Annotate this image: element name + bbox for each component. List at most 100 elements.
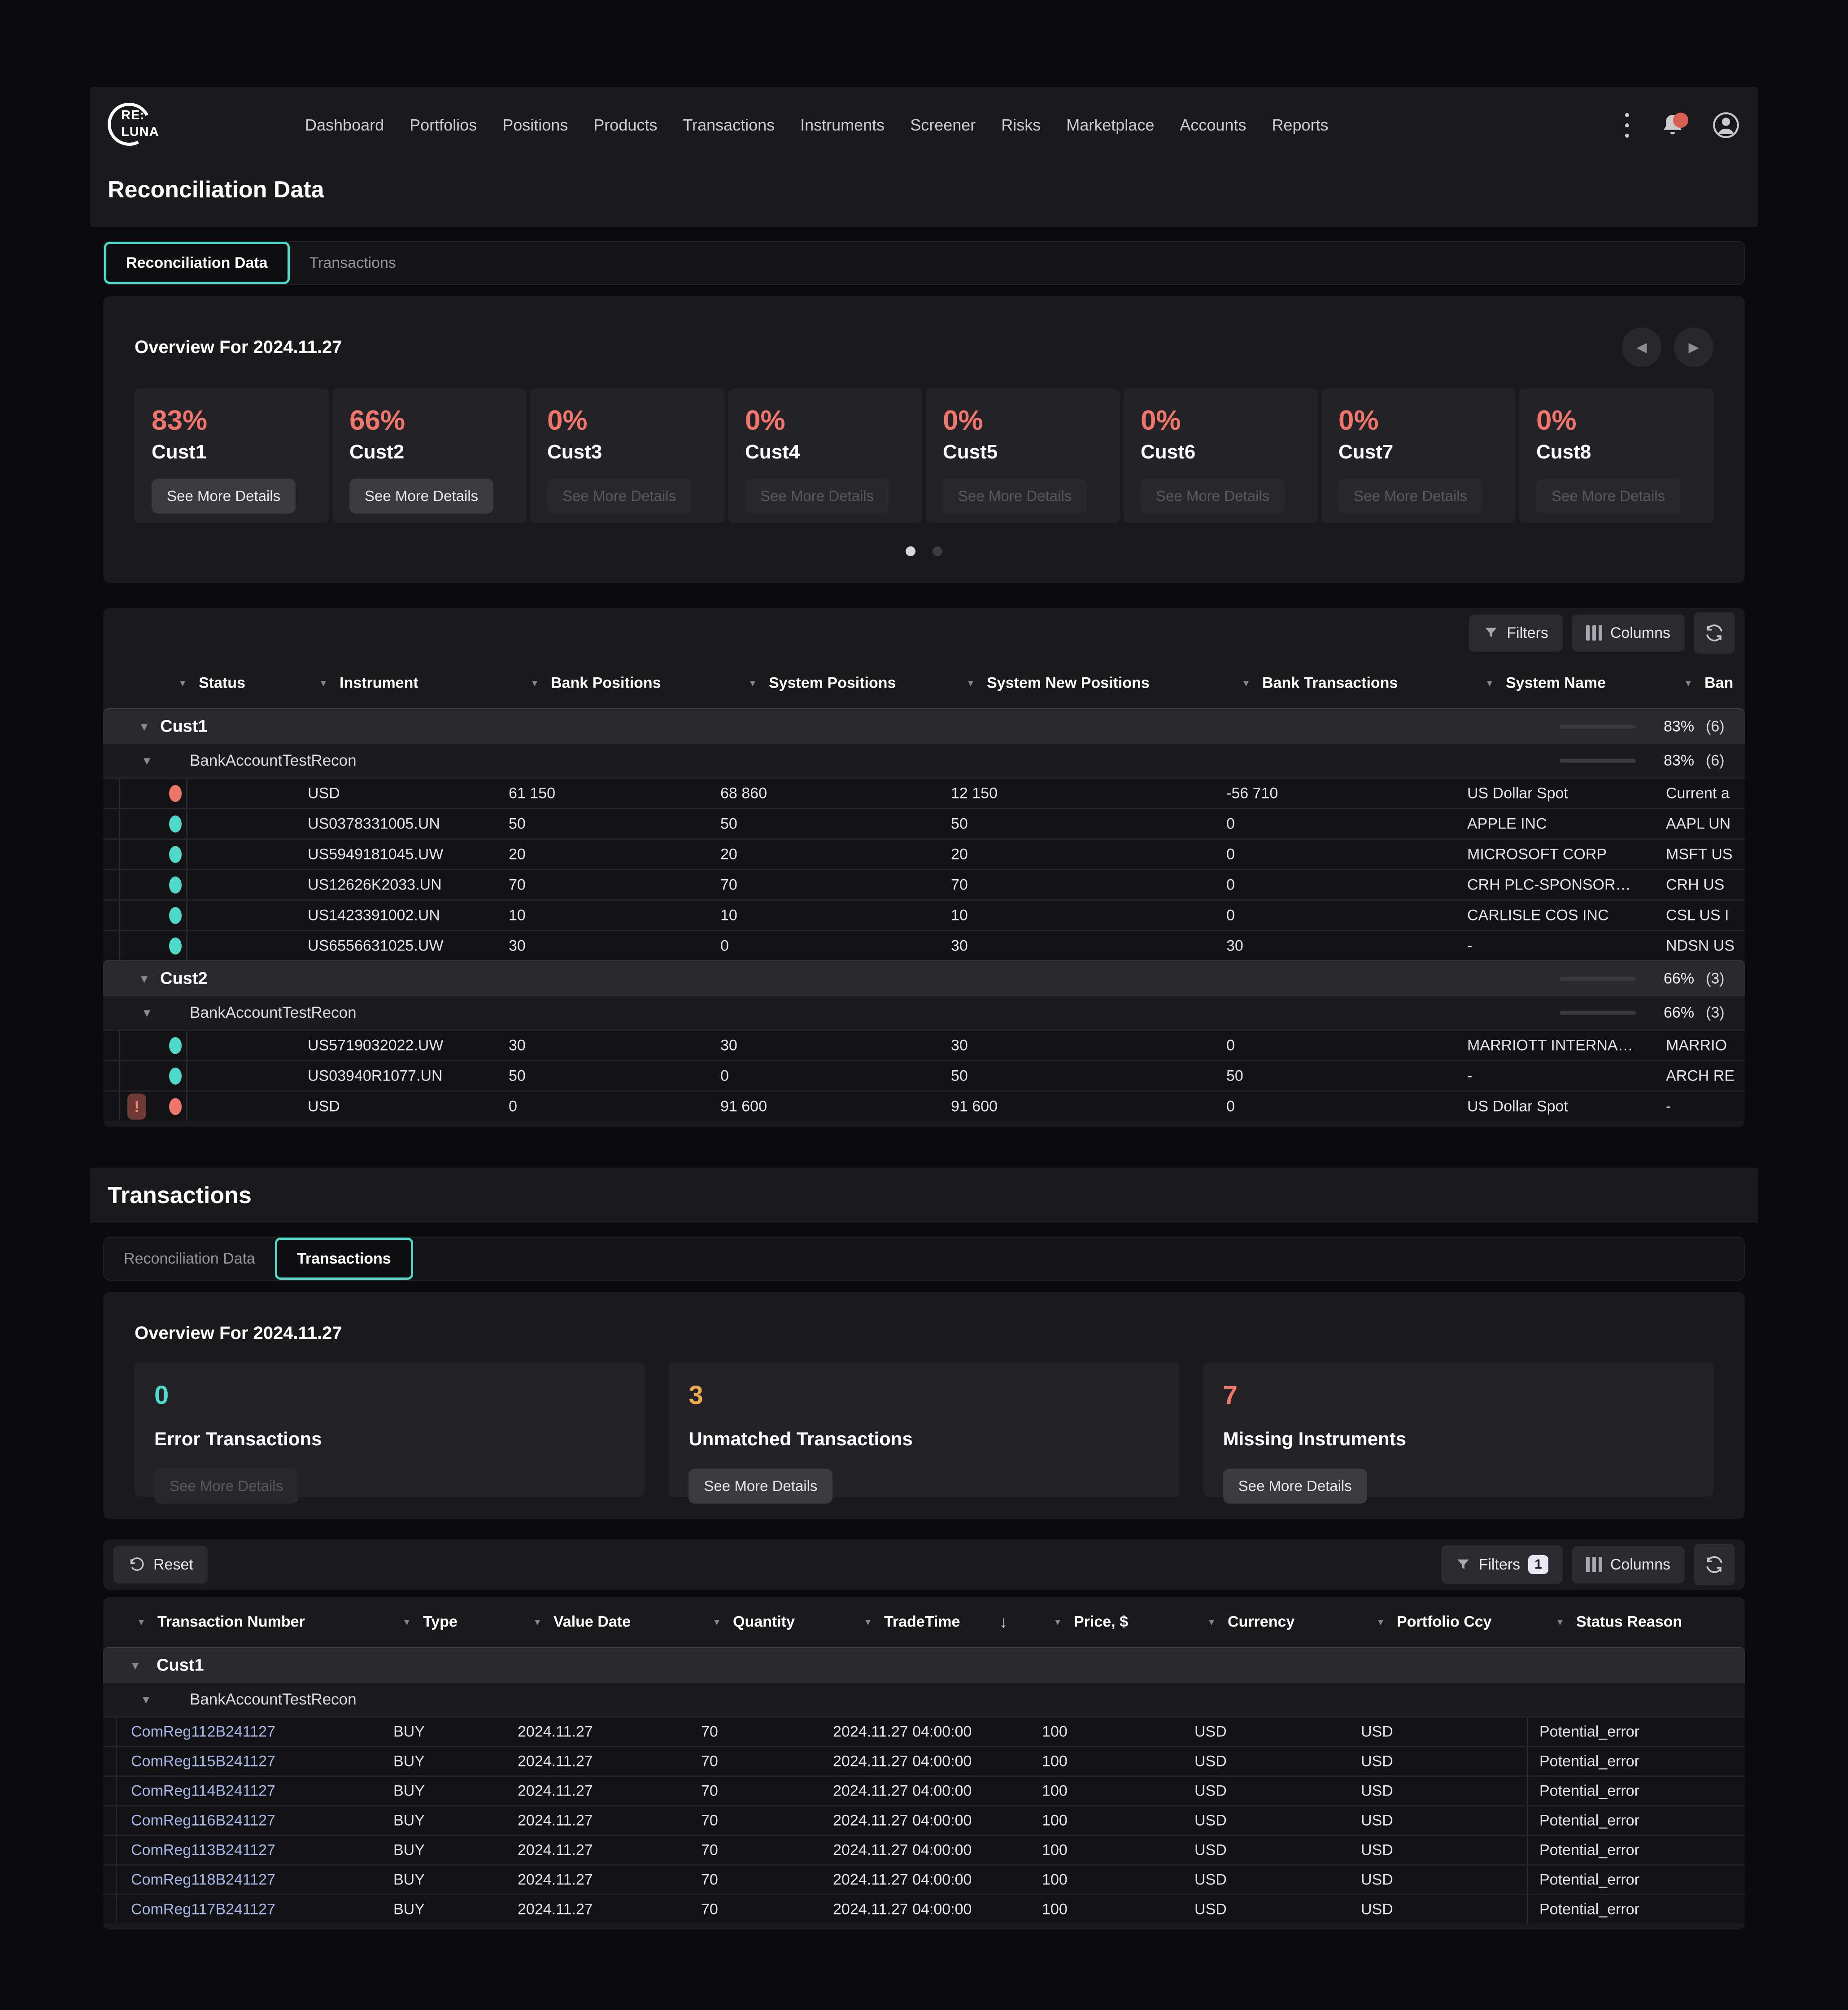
- cell-number[interactable]: ComReg115B241127: [131, 1753, 275, 1770]
- column-dropdown-icon[interactable]: ▾: [865, 1616, 871, 1629]
- expander-caret-icon[interactable]: ▾: [144, 753, 150, 769]
- cell-number[interactable]: ComReg112B241127: [131, 1723, 275, 1740]
- expander-caret-icon[interactable]: ▾: [132, 1658, 139, 1674]
- group-row-cust1[interactable]: ▾Cust1: [103, 1647, 1745, 1683]
- tab-reconciliation-data-2[interactable]: Reconciliation Data: [104, 1238, 275, 1280]
- group-row-cust1[interactable]: ▾Cust183%(6): [103, 708, 1745, 744]
- column-dropdown-icon[interactable]: ▾: [535, 1616, 540, 1629]
- transaction-row[interactable]: ComReg115B241127BUY2024.11.27702024.11.2…: [103, 1746, 1745, 1775]
- transaction-row[interactable]: ComReg113B241127BUY2024.11.27702024.11.2…: [103, 1835, 1745, 1864]
- subgroup-row[interactable]: ▾BankAccountTestRecon: [103, 1683, 1745, 1716]
- cell-number[interactable]: ComReg118B241127: [131, 1871, 275, 1888]
- tx-refresh-button[interactable]: [1694, 1544, 1735, 1585]
- cell-number[interactable]: ComReg117B241127: [131, 1901, 275, 1918]
- nav-item-reports[interactable]: Reports: [1272, 116, 1328, 135]
- column-dropdown-icon[interactable]: ▾: [180, 677, 185, 690]
- notifications-bell-icon[interactable]: [1660, 112, 1686, 139]
- column-dropdown-icon[interactable]: ▾: [1487, 677, 1492, 690]
- carousel-next-button[interactable]: ▶: [1674, 327, 1713, 367]
- column-dropdown-icon[interactable]: ▾: [1686, 677, 1691, 690]
- column-header-ban[interactable]: Ban: [1704, 675, 1733, 692]
- reset-button[interactable]: Reset: [113, 1546, 208, 1583]
- tx-filters-button[interactable]: Filters 1: [1441, 1545, 1563, 1584]
- column-header-portfolio-ccy[interactable]: Portfolio Ccy: [1397, 1613, 1492, 1631]
- subgroup-row[interactable]: ▾BankAccountTestRecon66%(3): [103, 996, 1745, 1029]
- position-row[interactable]: USD61 15068 86012 150-56 710US Dollar Sp…: [103, 777, 1745, 808]
- kebab-menu-icon[interactable]: [1621, 111, 1634, 140]
- position-row[interactable]: !USD091 60091 6000US Dollar Spot-: [103, 1090, 1745, 1121]
- expander-caret-icon[interactable]: ▾: [141, 971, 148, 987]
- nav-item-transactions[interactable]: Transactions: [683, 116, 775, 135]
- carousel-prev-button[interactable]: ◀: [1622, 327, 1661, 367]
- column-dropdown-icon[interactable]: ▾: [1209, 1616, 1214, 1629]
- position-row[interactable]: US5949181045.UW2020200MICROSOFT CORPMSFT…: [103, 838, 1745, 869]
- refresh-button[interactable]: [1694, 612, 1735, 654]
- position-row[interactable]: US0378331005.UN5050500APPLE INCAAPL UN: [103, 808, 1745, 838]
- column-dropdown-icon[interactable]: ▾: [139, 1616, 144, 1629]
- nav-item-positions[interactable]: Positions: [502, 116, 568, 135]
- column-header-status[interactable]: Status: [199, 675, 245, 692]
- cell-number[interactable]: ComReg113B241127: [131, 1841, 275, 1859]
- column-header-transaction-number[interactable]: Transaction Number: [157, 1613, 305, 1631]
- column-header-bank-positions[interactable]: Bank Positions: [551, 675, 661, 692]
- column-dropdown-icon[interactable]: ▾: [1378, 1616, 1383, 1629]
- column-dropdown-icon[interactable]: ▾: [1557, 1616, 1563, 1629]
- nav-item-screener[interactable]: Screener: [910, 116, 976, 135]
- column-dropdown-icon[interactable]: ▾: [321, 677, 326, 690]
- nav-item-portfolios[interactable]: Portfolios: [410, 116, 477, 135]
- columns-button[interactable]: Columns: [1572, 615, 1685, 652]
- column-dropdown-icon[interactable]: ▾: [1055, 1616, 1060, 1629]
- tx-columns-button[interactable]: Columns: [1572, 1546, 1685, 1583]
- expander-caret-icon[interactable]: ▾: [141, 719, 148, 735]
- nav-item-products[interactable]: Products: [593, 116, 657, 135]
- cell-number[interactable]: ComReg114B241127: [131, 1782, 275, 1800]
- subgroup-row[interactable]: ▾BankAccountTestRecon83%(6): [103, 744, 1745, 777]
- account-avatar-icon[interactable]: [1712, 111, 1740, 140]
- column-header-quantity[interactable]: Quantity: [733, 1613, 795, 1631]
- expander-caret-icon[interactable]: ▾: [143, 1692, 149, 1708]
- position-row[interactable]: US12626K2033.UN7070700CRH PLC-SPONSOR…CR…: [103, 869, 1745, 899]
- column-dropdown-icon[interactable]: ▾: [532, 677, 537, 690]
- position-row[interactable]: US5719032022.UW3030300MARRIOTT INTERNA…M…: [103, 1029, 1745, 1060]
- column-header-system-positions[interactable]: System Positions: [769, 675, 896, 692]
- transaction-row[interactable]: ComReg116B241127BUY2024.11.27702024.11.2…: [103, 1805, 1745, 1835]
- column-header-status-reason[interactable]: Status Reason: [1576, 1613, 1682, 1631]
- nav-item-accounts[interactable]: Accounts: [1180, 116, 1246, 135]
- column-header-currency[interactable]: Currency: [1228, 1613, 1294, 1631]
- column-header-value-date[interactable]: Value Date: [554, 1613, 631, 1631]
- position-row[interactable]: US6556631025.UW3003030-NDSN US: [103, 930, 1745, 960]
- position-row[interactable]: US03940R1077.UN5005050-ARCH RE: [103, 1060, 1745, 1090]
- column-dropdown-icon[interactable]: ▾: [750, 677, 755, 690]
- see-more-details-button[interactable]: See More Details: [152, 479, 296, 514]
- column-header-bank-transactions[interactable]: Bank Transactions: [1262, 675, 1398, 692]
- transaction-row[interactable]: ComReg114B241127BUY2024.11.27702024.11.2…: [103, 1775, 1745, 1805]
- column-header-system-name[interactable]: System Name: [1506, 675, 1606, 692]
- tab-transactions[interactable]: Transactions: [290, 242, 416, 284]
- tab-reconciliation-data[interactable]: Reconciliation Data: [104, 242, 290, 284]
- transaction-row[interactable]: ComReg117B241127BUY2024.11.27702024.11.2…: [103, 1894, 1745, 1923]
- see-more-details-button[interactable]: See More Details: [1223, 1469, 1367, 1504]
- column-header-system-new-positions[interactable]: System New Positions: [987, 675, 1150, 692]
- column-dropdown-icon[interactable]: ▾: [714, 1616, 719, 1629]
- carousel-dot-active[interactable]: [906, 546, 915, 556]
- app-logo[interactable]: RE: LUNA: [108, 102, 215, 148]
- see-more-details-button[interactable]: See More Details: [689, 1469, 832, 1504]
- tab-transactions-2[interactable]: Transactions: [275, 1238, 413, 1280]
- transaction-row[interactable]: ComReg112B241127BUY2024.11.27702024.11.2…: [103, 1716, 1745, 1746]
- expander-caret-icon[interactable]: ▾: [144, 1005, 150, 1021]
- sort-descending-icon[interactable]: ↓: [999, 1613, 1007, 1631]
- see-more-details-button[interactable]: See More Details: [349, 479, 493, 514]
- filters-button[interactable]: Filters: [1469, 615, 1563, 652]
- position-row[interactable]: US1423391002.UN1010100CARLISLE COS INCCS…: [103, 899, 1745, 930]
- nav-item-dashboard[interactable]: Dashboard: [305, 116, 384, 135]
- column-dropdown-icon[interactable]: ▾: [404, 1616, 410, 1629]
- nav-item-risks[interactable]: Risks: [1001, 116, 1041, 135]
- column-header-price-[interactable]: Price, $: [1074, 1613, 1128, 1631]
- carousel-dot[interactable]: [933, 546, 942, 556]
- column-header-type[interactable]: Type: [423, 1613, 458, 1631]
- column-header-tradetime[interactable]: TradeTime: [884, 1613, 960, 1631]
- cell-number[interactable]: ComReg116B241127: [131, 1812, 275, 1829]
- group-row-cust2[interactable]: ▾Cust266%(3): [103, 960, 1745, 996]
- transaction-row[interactable]: ComReg118B241127BUY2024.11.27702024.11.2…: [103, 1864, 1745, 1894]
- column-dropdown-icon[interactable]: ▾: [1243, 677, 1249, 690]
